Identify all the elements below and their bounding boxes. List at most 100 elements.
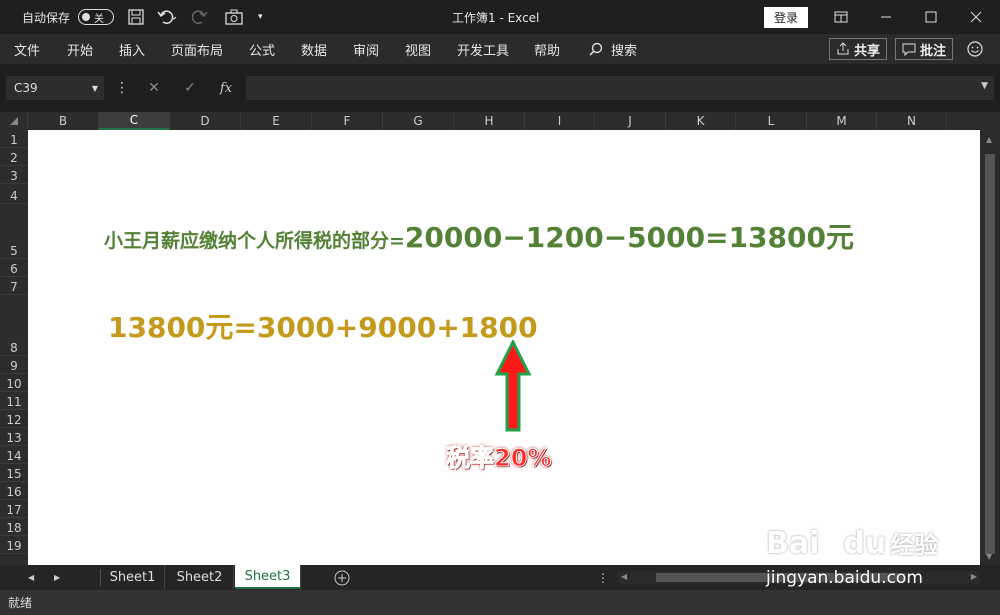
row-header[interactable]: 15 [0, 464, 28, 482]
menu-data[interactable]: 数据 [301, 34, 327, 64]
worksheet-grid[interactable]: 小王月薪应缴纳个人所得税的部分=20000−1200−5000=13800元 1… [28, 130, 980, 565]
add-sheet-icon[interactable] [334, 565, 350, 590]
watermark-brand-cn: 经验 [890, 531, 939, 559]
enter-icon[interactable]: ✓ [176, 76, 204, 100]
menu-review[interactable]: 审阅 [353, 34, 379, 64]
row-header[interactable]: 1 [0, 130, 28, 148]
more-icon[interactable]: ⋮ [108, 76, 136, 100]
menu-formulas[interactable]: 公式 [249, 34, 275, 64]
vertical-scrollbar[interactable]: ▲ ▼ [980, 130, 1000, 565]
search-label: 搜索 [611, 43, 638, 59]
autosave-label: 自动保存 [22, 10, 71, 25]
next-sheet-icon[interactable]: ▶ [54, 565, 60, 590]
insert-function-icon[interactable]: fx [212, 76, 240, 100]
row-header[interactable]: 17 [0, 500, 28, 518]
menu-insert[interactable]: 插入 [119, 34, 145, 64]
chevron-down-icon[interactable]: ▼ [92, 84, 98, 93]
column-header[interactable]: F [312, 112, 383, 130]
row-header[interactable]: 6 [0, 259, 28, 277]
select-all-corner[interactable] [0, 112, 28, 130]
column-header[interactable]: B [28, 112, 99, 130]
row-header[interactable]: 2 [0, 148, 28, 166]
menu-view[interactable]: 视图 [405, 34, 431, 64]
watermark-brand: Bai [766, 526, 820, 561]
row-header[interactable]: 11 [0, 392, 28, 410]
formula-input[interactable]: ▼ [246, 76, 994, 100]
cancel-icon[interactable]: ✕ [140, 76, 168, 100]
column-header[interactable]: C [99, 112, 170, 130]
paw-icon [819, 526, 843, 561]
undo-icon[interactable] [157, 0, 177, 34]
tab-sheet1[interactable]: Sheet1 [101, 565, 165, 589]
autosave-toggle[interactable]: 关 [78, 0, 114, 34]
window-title: 工作簿1 - Excel [452, 10, 540, 25]
column-header[interactable]: M [807, 112, 877, 130]
menu-help[interactable]: 帮助 [534, 34, 560, 64]
customize-toolbar-icon[interactable]: ▾ [258, 0, 263, 34]
login-button[interactable]: 登录 [764, 0, 809, 34]
watermark-brand-suffix: du [843, 526, 887, 561]
scroll-down-icon[interactable]: ▼ [986, 552, 992, 561]
login-label: 登录 [764, 6, 809, 28]
search-box[interactable]: 搜索 [589, 34, 637, 64]
redo-icon[interactable] [192, 0, 212, 34]
maximize-icon[interactable] [925, 0, 937, 34]
close-icon[interactable] [970, 0, 982, 34]
menu-developer[interactable]: 开发工具 [457, 34, 509, 64]
tab-sheet3[interactable]: Sheet3 [235, 565, 301, 589]
name-box-value: C39 [14, 81, 38, 95]
column-headers: B C D E F G H I J K L M N [0, 112, 1000, 130]
cell-line2[interactable]: 13800元=3000+9000+1800 [108, 306, 538, 346]
row-header[interactable]: 12 [0, 410, 28, 428]
column-header[interactable]: D [170, 112, 241, 130]
share-button[interactable]: 共享 [829, 38, 888, 60]
row-header[interactable]: 14 [0, 446, 28, 464]
baidu-logo: Bai du 经验 [766, 525, 938, 561]
column-header[interactable]: G [383, 112, 454, 130]
prev-sheet-icon[interactable]: ◀ [28, 565, 34, 590]
menu-page-layout[interactable]: 页面布局 [171, 34, 223, 64]
feedback-smiley-icon[interactable] [967, 34, 983, 64]
comment-button[interactable]: 批注 [895, 38, 954, 60]
scroll-up-icon[interactable]: ▲ [986, 135, 992, 144]
status-text: 就绪 [8, 596, 33, 610]
row-header[interactable]: 5 [0, 204, 28, 259]
cell-line1[interactable]: 小王月薪应缴纳个人所得税的部分=20000−1200−5000=13800元 [104, 216, 854, 256]
scroll-right-icon[interactable]: ▶ [971, 572, 977, 581]
name-box[interactable]: C39 ▼ [6, 76, 104, 100]
column-header[interactable]: L [736, 112, 807, 130]
formula-bar: C39 ▼ ⋮ ✕ ✓ fx ▼ [0, 64, 1000, 112]
minimize-icon[interactable] [880, 0, 892, 34]
row-header[interactable]: 19 [0, 536, 28, 554]
row-header[interactable]: 10 [0, 374, 28, 392]
column-header[interactable]: H [454, 112, 525, 130]
more-options-icon[interactable]: ⋮ [597, 565, 609, 590]
row-header[interactable]: 18 [0, 518, 28, 536]
row-header[interactable]: 13 [0, 428, 28, 446]
menu-home[interactable]: 开始 [67, 34, 93, 64]
row-header[interactable]: 8 [0, 295, 28, 356]
tab-sheet2[interactable]: Sheet2 [166, 565, 234, 589]
vertical-scroll-thumb[interactable] [985, 154, 995, 554]
share-icon [837, 42, 849, 55]
save-icon[interactable] [128, 0, 144, 34]
column-header[interactable]: J [595, 112, 666, 130]
row-header[interactable]: 16 [0, 482, 28, 500]
column-header[interactable]: N [877, 112, 947, 130]
row-header[interactable]: 4 [0, 184, 28, 204]
menu-file[interactable]: 文件 [14, 34, 40, 64]
column-header[interactable]: K [666, 112, 736, 130]
share-label: 共享 [854, 43, 881, 59]
row-header[interactable]: 3 [0, 166, 28, 184]
camera-icon[interactable] [225, 0, 243, 34]
column-header[interactable]: I [525, 112, 595, 130]
ribbon-display-icon[interactable] [834, 0, 848, 34]
expand-formula-icon[interactable]: ▼ [981, 81, 988, 91]
row-header[interactable]: 9 [0, 356, 28, 374]
row-headers: 1 2 3 4 5 6 7 8 9 10 11 12 13 14 15 16 1… [0, 130, 28, 565]
row-header[interactable]: 7 [0, 277, 28, 295]
red-up-arrow-icon [494, 340, 532, 432]
scroll-left-icon[interactable]: ◀ [621, 572, 627, 581]
search-icon [589, 42, 603, 56]
column-header[interactable]: E [241, 112, 312, 130]
